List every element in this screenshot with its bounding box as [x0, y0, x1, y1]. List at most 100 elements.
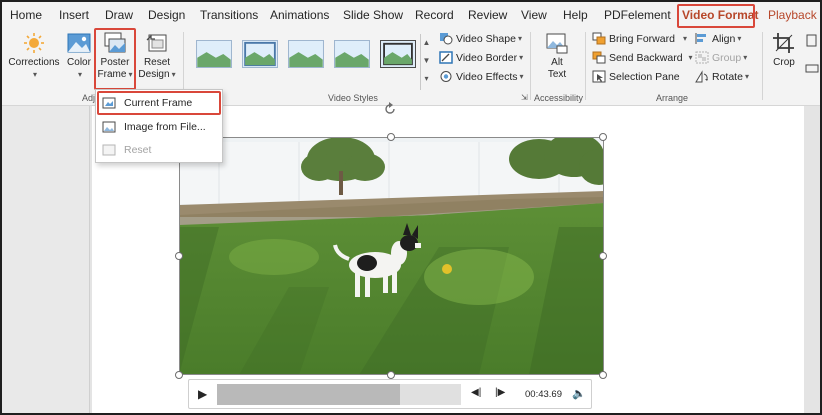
tab-animations[interactable]: Animations — [270, 8, 329, 22]
image-from-file-label: Image from File... — [124, 121, 206, 133]
video-style-thumbnail[interactable] — [334, 40, 370, 68]
video-border-button[interactable]: Video Border ▾ — [439, 51, 523, 64]
video-style-thumbnail[interactable] — [196, 40, 232, 68]
alt-text-label-2: Text — [547, 69, 567, 80]
video-border-icon — [439, 51, 453, 64]
crop-button[interactable]: Crop — [768, 32, 800, 69]
send-backward-label: Send Backward — [609, 51, 683, 64]
group-button[interactable]: Group ▾ — [695, 51, 747, 64]
video-style-thumbnail[interactable] — [242, 40, 278, 68]
chevron-down-icon: ▾ — [517, 34, 522, 43]
resize-handle[interactable] — [387, 133, 395, 141]
resize-handle[interactable] — [599, 133, 607, 141]
bring-forward-button[interactable]: Bring Forward ▾ — [592, 32, 687, 45]
tab-help[interactable]: Help — [563, 8, 588, 22]
poster-frame-menu: Current Frame Image from File... Reset — [95, 89, 223, 163]
image-from-file-menu-item[interactable]: Image from File... — [102, 117, 216, 137]
selection-pane-icon — [592, 70, 606, 83]
resize-handle[interactable] — [599, 371, 607, 379]
video-effects-label: Video Effects — [456, 70, 518, 83]
tab-slide-show[interactable]: Slide Show — [343, 8, 403, 22]
powerpoint-window: Home Insert Draw Design Transitions Anim… — [0, 0, 822, 415]
chevron-down-icon: ▾ — [737, 34, 742, 43]
step-forward-icon[interactable]: |▶ — [495, 387, 505, 398]
alt-text-button[interactable]: Alt Text — [538, 32, 576, 81]
corrections-button[interactable]: Corrections ▾ — [8, 32, 60, 81]
tab-view[interactable]: View — [521, 8, 547, 22]
poster-frame-icon — [104, 32, 126, 53]
style-preview-icon — [289, 41, 323, 67]
tab-design[interactable]: Design — [148, 8, 185, 22]
current-frame-menu-item[interactable]: Current Frame — [102, 93, 216, 113]
group-separator — [762, 32, 763, 100]
video-frame[interactable] — [179, 137, 604, 375]
tab-draw[interactable]: Draw — [105, 8, 133, 22]
corrections-label: Corrections — [8, 57, 60, 68]
gallery-scroll[interactable]: ▲ ▼ ▾ — [420, 34, 432, 90]
resize-handle[interactable] — [599, 252, 607, 260]
tab-insert[interactable]: Insert — [59, 8, 89, 22]
color-button[interactable]: Color ▾ — [64, 32, 94, 81]
tab-transitions[interactable]: Transitions — [200, 8, 258, 22]
rotate-button[interactable]: Rotate ▾ — [695, 70, 749, 83]
video-style-thumbnail[interactable] — [380, 40, 416, 68]
chevron-down-icon: ▾ — [77, 70, 82, 79]
chevron-up-icon[interactable]: ▲ — [421, 34, 432, 52]
align-button[interactable]: Align ▾ — [695, 32, 741, 45]
bring-forward-label: Bring Forward — [609, 32, 675, 45]
align-label: Align — [712, 32, 736, 45]
tab-record[interactable]: Record — [415, 8, 454, 22]
chevron-down-icon[interactable]: ▼ — [421, 52, 432, 70]
video-shape-button[interactable]: Video Shape ▾ — [439, 32, 522, 45]
accessibility-group-label: Accessibility — [534, 93, 584, 103]
send-backward-button[interactable]: Send Backward ▾ — [592, 51, 693, 64]
reset-label: Reset — [124, 144, 152, 156]
group-label: Group — [712, 51, 742, 64]
chevron-down-icon: ▾ — [743, 53, 748, 62]
sun-icon — [24, 33, 44, 53]
reset-design-icon — [146, 34, 167, 52]
group-separator — [585, 32, 586, 100]
tab-home[interactable]: Home — [10, 8, 42, 22]
video-border-label: Video Border — [456, 51, 518, 64]
tab-pdfelement[interactable]: PDFelement — [604, 8, 671, 22]
volume-icon[interactable]: 🔈 — [572, 387, 586, 400]
alt-text-label-1: Alt — [551, 57, 563, 68]
color-picture-icon — [67, 33, 91, 53]
chevron-down-icon: ▾ — [519, 72, 524, 81]
height-field-icon[interactable] — [805, 34, 820, 47]
selection-pane-button[interactable]: Selection Pane — [592, 70, 680, 83]
current-frame-icon — [102, 97, 116, 109]
play-icon[interactable]: ▶ — [198, 387, 207, 401]
reset-menu-item[interactable]: Reset — [102, 140, 216, 160]
crop-icon — [773, 33, 794, 53]
dialog-launcher-icon[interactable]: ⇲ — [521, 93, 528, 102]
slide-thumbnail-pane[interactable] — [2, 106, 90, 413]
group-separator — [530, 32, 531, 100]
step-back-icon[interactable]: ◀| — [471, 387, 481, 398]
resize-handle[interactable] — [175, 252, 183, 260]
width-field-icon[interactable] — [805, 62, 820, 75]
bring-forward-icon — [592, 32, 606, 45]
video-style-thumbnail[interactable] — [288, 40, 324, 68]
gallery-more-icon[interactable]: ▾ — [421, 70, 432, 88]
reset-design-button[interactable]: Reset Design ▾ — [138, 32, 176, 81]
rotate-icon — [695, 70, 709, 83]
style-preview-icon — [381, 41, 415, 67]
tab-playback[interactable]: Playback — [768, 8, 817, 22]
resize-handle[interactable] — [387, 371, 395, 379]
progress-bar[interactable] — [217, 384, 461, 405]
tab-review[interactable]: Review — [468, 8, 507, 22]
video-effects-button[interactable]: Video Effects ▾ — [439, 70, 524, 83]
poster-frame-label-1: Poster — [100, 57, 130, 68]
style-preview-icon — [243, 41, 277, 67]
tab-video-format[interactable]: Video Format — [682, 8, 758, 22]
alt-text-icon — [546, 33, 568, 54]
reset-icon — [102, 144, 116, 156]
chevron-down-icon: ▾ — [171, 70, 176, 79]
reset-design-label-2: Design — [138, 69, 170, 80]
image-file-icon — [102, 121, 116, 133]
poster-frame-button[interactable]: Poster Frame ▾ — [96, 32, 134, 81]
resize-handle[interactable] — [175, 371, 183, 379]
rotate-handle-icon[interactable] — [383, 102, 397, 116]
